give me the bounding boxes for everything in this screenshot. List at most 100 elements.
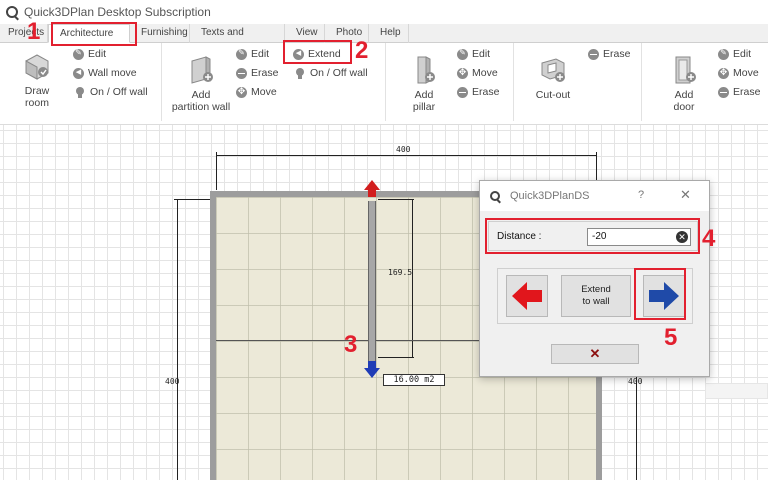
top-dimension-label: 400 [396, 145, 411, 154]
door-group: Add door Edit Move Erase [642, 43, 768, 121]
highlight-distance-row [485, 218, 700, 254]
partition-onoff-label: On / Off wall [310, 67, 368, 79]
door-move-label: Move [733, 67, 759, 79]
highlight-right-arrow-button [634, 268, 686, 320]
room-group: Draw room Edit Wall move On / Off wall [0, 43, 162, 121]
dialog-title-bar: Quick3DPlanDS ? ✕ [480, 181, 709, 211]
pillar-erase-label: Erase [472, 86, 500, 98]
left-dimension-label: 400 [165, 377, 180, 386]
left-dimension-line [177, 199, 178, 480]
wall-move-button[interactable]: Wall move [73, 67, 137, 79]
partition-wall[interactable] [368, 201, 376, 363]
edit-icon [236, 48, 247, 60]
door-erase-button[interactable]: Erase [718, 86, 760, 98]
tab-help[interactable]: Help [369, 24, 409, 43]
wall-edit-label: Edit [88, 48, 107, 60]
dialog-help-button[interactable]: ? [638, 189, 644, 201]
partition-wall-icon [186, 55, 216, 85]
tab-furnishing[interactable]: Furnishing [130, 24, 190, 43]
callout-5: 5 [664, 324, 678, 351]
pillar-move-button[interactable]: Move [457, 67, 498, 79]
door-erase-label: Erase [733, 86, 761, 98]
wall-onoff-button[interactable]: On / Off wall [76, 86, 148, 98]
highlight-extend-button [283, 40, 352, 64]
extend-up-arrow-icon[interactable] [364, 180, 380, 190]
add-pillar-label-1: Add [414, 89, 434, 101]
top-dimension-line [216, 155, 597, 156]
right-dimension-label: 400 [628, 377, 643, 386]
add-partition-wall-button[interactable]: Add partition wall [168, 55, 234, 113]
edit-icon [718, 48, 729, 60]
room-icon [22, 51, 52, 81]
extend-left-button[interactable] [506, 275, 548, 317]
erase-icon [457, 86, 468, 98]
cutout-erase-label: Erase [603, 48, 631, 60]
tab-projects[interactable]: Projects [0, 24, 48, 43]
edit-icon [73, 48, 84, 60]
wall-move-icon [73, 67, 84, 79]
add-pillar-button[interactable]: Add pillar [404, 55, 444, 113]
window-title: Quick3DPlan Desktop Subscription [24, 5, 211, 19]
add-door-button[interactable]: Add door [664, 55, 704, 113]
partition-edit-button[interactable]: Edit [236, 48, 269, 60]
lightbulb-icon [76, 86, 84, 98]
cutout-group: Cut-out Erase [514, 43, 642, 121]
callout-3: 3 [344, 331, 358, 358]
dialog-title: Quick3DPlanDS [510, 190, 590, 202]
draw-room-label-1: Draw [24, 85, 50, 97]
extend-to-wall-label-2: to wall [582, 296, 610, 307]
pillar-edit-button[interactable]: Edit [457, 48, 490, 60]
door-icon [669, 55, 699, 85]
cutout-erase-button[interactable]: Erase [588, 48, 630, 60]
title-bar: Quick3DPlan Desktop Subscription [0, 0, 768, 24]
highlight-architecture-tab [51, 22, 137, 46]
left-dimension-tick [174, 199, 210, 200]
red-left-arrow-icon [512, 282, 542, 310]
extend-to-wall-button[interactable]: Extend to wall [561, 275, 631, 317]
extend-to-wall-label-1: Extend [581, 284, 611, 295]
callout-4: 4 [702, 225, 716, 252]
side-panel-tab[interactable] [705, 383, 768, 399]
extend-down-arrow-icon[interactable] [364, 368, 380, 378]
partition-erase-button[interactable]: Erase [236, 67, 278, 79]
move-icon [236, 86, 247, 98]
tab-texts-and-shapes[interactable]: Texts and shapes [190, 24, 285, 56]
partition-dimension-tick-bottom [378, 357, 414, 358]
partition-dimension-line [412, 199, 413, 358]
cutout-label: Cut-out [535, 89, 571, 101]
ribbon-toolbar: Draw room Edit Wall move On / Off wall [0, 43, 768, 125]
add-pillar-label-2: pillar [412, 101, 436, 113]
partition-move-button[interactable]: Move [236, 86, 277, 98]
callout-1: 1 [27, 18, 41, 45]
dialog-close-button[interactable]: ✕ [680, 187, 691, 203]
room-area-label: 16.00 m2 [383, 374, 445, 386]
pillar-group: Add pillar Edit Move Erase [386, 43, 514, 121]
cutout-button[interactable]: Cut-out [528, 55, 578, 101]
draw-room-label-2: room [25, 97, 49, 109]
move-icon [457, 67, 468, 79]
partition-move-label: Move [251, 86, 277, 98]
door-edit-button[interactable]: Edit [718, 48, 751, 60]
door-move-button[interactable]: Move [718, 67, 759, 79]
cancel-button[interactable]: ✕ [551, 344, 639, 364]
add-partition-label-1: Add [191, 89, 211, 101]
wall-move-label: Wall move [88, 67, 137, 79]
draw-room-button[interactable]: Draw room [14, 51, 60, 109]
wall-onoff-label: On / Off wall [90, 86, 148, 98]
partition-dimension-label: 169.5 [388, 268, 413, 277]
top-dimension-tick-left [216, 152, 217, 190]
partition-edit-label: Edit [251, 48, 270, 60]
partition-onoff-button[interactable]: On / Off wall [296, 67, 368, 79]
callout-2: 2 [355, 37, 369, 64]
erase-icon [588, 48, 599, 60]
add-door-label-1: Add [674, 89, 694, 101]
add-door-label-2: door [673, 101, 695, 113]
edit-icon [457, 48, 468, 60]
wall-edit-button[interactable]: Edit [73, 48, 106, 60]
extend-up-arrow-stem [368, 189, 376, 197]
app-logo-icon [6, 6, 18, 18]
partition-dimension-tick-top [378, 199, 414, 200]
add-partition-label-2: partition wall [171, 101, 231, 113]
pillar-erase-button[interactable]: Erase [457, 86, 499, 98]
lightbulb-icon [296, 67, 304, 79]
